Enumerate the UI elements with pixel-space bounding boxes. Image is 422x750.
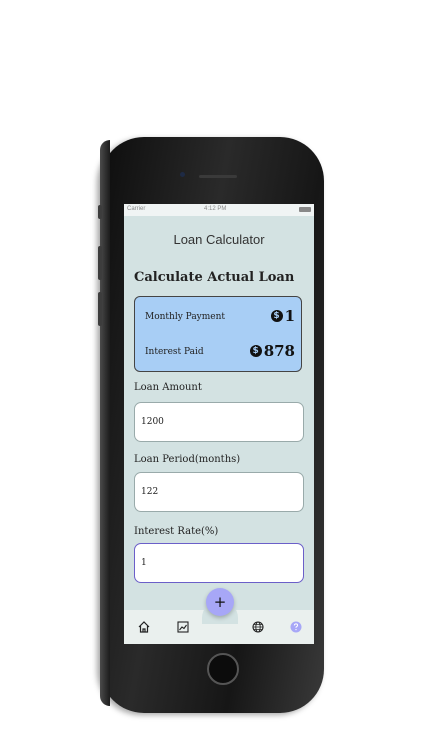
dollar-circle-icon: $ xyxy=(249,345,262,357)
page-title: Loan Calculator xyxy=(173,232,265,247)
interest-rate-label: Interest Rate(%) xyxy=(134,526,219,537)
home-button[interactable] xyxy=(207,653,239,685)
interest-paid-value-wrap: $ 878 xyxy=(249,342,295,360)
interest-rate-input[interactable] xyxy=(134,543,304,583)
status-bar: Carrier 4:12 PM xyxy=(124,204,314,216)
interest-paid-row: Interest Paid $ 878 xyxy=(145,342,295,364)
loan-period-input[interactable] xyxy=(134,472,304,512)
section-title: Calculate Actual Loan xyxy=(134,270,295,285)
earpiece-speaker xyxy=(199,175,237,178)
volume-up-button xyxy=(98,246,102,280)
monthly-payment-label: Monthly Payment xyxy=(145,312,226,322)
scene: Carrier 4:12 PM Loan Calculator Calculat… xyxy=(0,0,422,750)
monthly-payment-row: Monthly Payment $ 1 xyxy=(145,307,295,329)
app-screen: Carrier 4:12 PM Loan Calculator Calculat… xyxy=(124,204,314,644)
status-carrier: Carrier xyxy=(127,206,146,212)
mute-switch xyxy=(98,205,102,219)
chart-icon[interactable] xyxy=(176,620,190,634)
interest-paid-label: Interest Paid xyxy=(145,347,204,357)
home-icon[interactable] xyxy=(137,620,151,634)
help-icon[interactable] xyxy=(289,620,303,634)
volume-down-button xyxy=(98,292,102,326)
globe-icon[interactable] xyxy=(251,620,265,634)
battery-icon xyxy=(299,207,311,212)
front-camera xyxy=(180,172,185,177)
phone-edge xyxy=(100,140,110,706)
status-time: 4:12 PM xyxy=(204,206,227,212)
loan-period-label: Loan Period(months) xyxy=(134,454,241,465)
dollar-circle-icon: $ xyxy=(270,310,283,322)
add-button[interactable]: + xyxy=(206,588,234,616)
monthly-payment-value-wrap: $ 1 xyxy=(270,307,295,325)
loan-amount-input[interactable] xyxy=(134,402,304,442)
loan-amount-label: Loan Amount xyxy=(134,382,202,393)
monthly-payment-value: 1 xyxy=(284,307,295,325)
result-card: Monthly Payment $ 1 Interest Paid $ 878 xyxy=(134,296,302,372)
interest-paid-value: 878 xyxy=(263,342,295,360)
